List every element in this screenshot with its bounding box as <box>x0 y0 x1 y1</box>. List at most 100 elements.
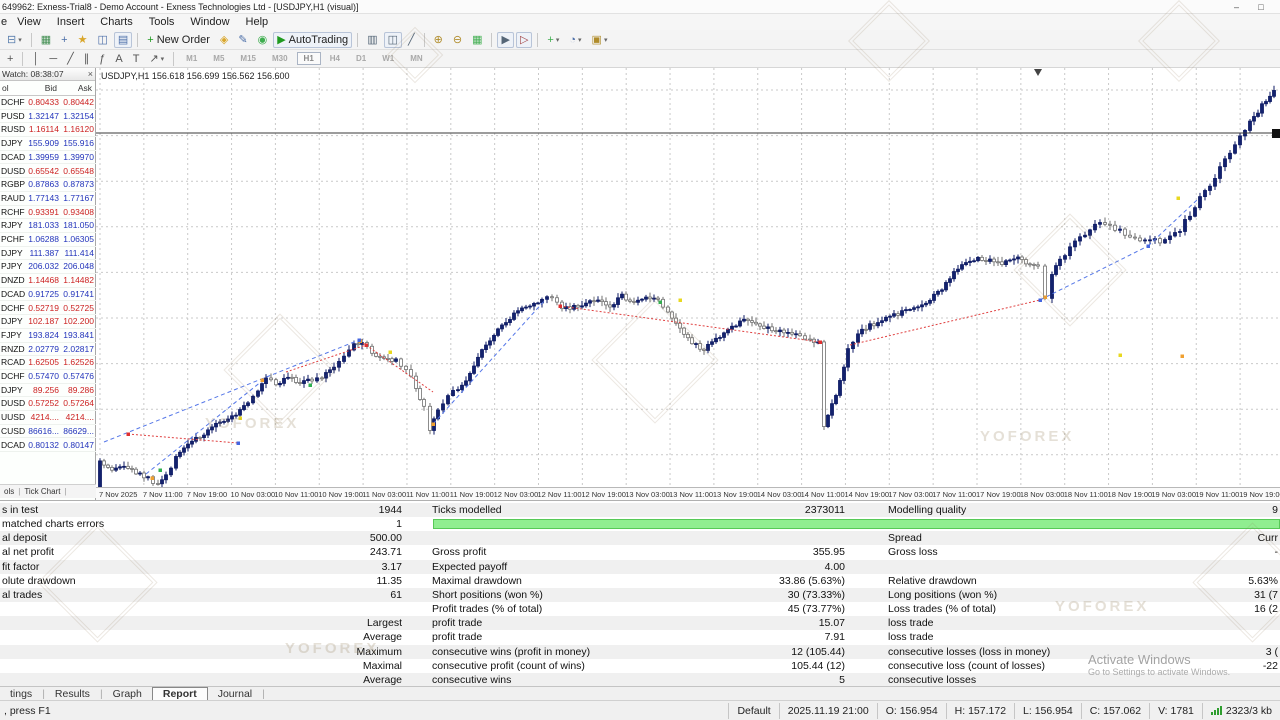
ask-cell: 193.841 <box>63 329 94 343</box>
market-watch-row[interactable]: DJPY155.909155.916 <box>0 137 96 151</box>
report-value-right: -22 <box>1263 659 1278 673</box>
market-watch-row[interactable]: RCHF0.933910.93408 <box>0 206 96 220</box>
metaeditor-icon: ✎ <box>238 33 247 47</box>
market-watch-row[interactable]: RNZD2.027792.02817 <box>0 343 96 357</box>
market-watch-row[interactable]: DUSD0.655420.65548 <box>0 165 96 179</box>
market-watch-row[interactable]: DJPY89.25689.286 <box>0 384 96 398</box>
fibonacci-button[interactable]: ƒ <box>95 51 109 67</box>
market-watch-row[interactable]: RAUD1.771431.77167 <box>0 192 96 206</box>
report-label-middle: Maximal drawdown <box>432 574 522 588</box>
close-icon[interactable]: × <box>88 68 93 81</box>
candlestick-chart[interactable] <box>96 68 1280 487</box>
market-watch-row[interactable]: FJPY193.824193.841 <box>0 329 96 343</box>
timeframe-h1[interactable]: H1 <box>297 52 321 65</box>
indicators-button[interactable]: +▾ <box>543 32 563 48</box>
zoom-out-button[interactable]: ⊖ <box>449 32 466 48</box>
autotrading-button[interactable]: ▶AutoTrading <box>273 32 352 48</box>
new-order-button[interactable]: +New Order <box>143 32 214 48</box>
timeframe-m1[interactable]: M1 <box>179 52 204 65</box>
market-watch-row[interactable]: PCHF1.062881.06305 <box>0 233 96 247</box>
text-label-button[interactable]: T <box>129 51 144 67</box>
zoom-in-icon: ⊕ <box>434 33 443 47</box>
market-watch-tab-tick-chart[interactable]: Tick Chart <box>20 485 64 499</box>
market-watch-row[interactable]: RJPY181.033181.050 <box>0 219 96 233</box>
zoom-in-button[interactable]: ⊕ <box>430 32 447 48</box>
tile-windows-button[interactable]: ▦ <box>468 32 486 48</box>
timeframe-h4[interactable]: H4 <box>323 52 347 65</box>
menu-item-insert[interactable]: Insert <box>49 14 93 30</box>
chevron-down-icon: ▾ <box>578 36 582 44</box>
vertical-line-button[interactable]: │ <box>28 51 43 67</box>
line-chart-type-button[interactable]: ╱ <box>404 32 419 48</box>
new-chart-button[interactable]: ▦ <box>37 32 55 48</box>
text-icon: A <box>115 52 122 66</box>
market-watch-row[interactable]: DUSD0.572520.57264 <box>0 397 96 411</box>
market-watch-row[interactable]: DCHF0.804330.80442 <box>0 96 96 110</box>
market-watch-row[interactable]: DCAD1.399591.39970 <box>0 151 96 165</box>
candlestick-type-button[interactable]: ◫ <box>384 32 402 48</box>
chart-shift-button[interactable]: ▷ <box>516 32 532 48</box>
timeframe-w1[interactable]: W1 <box>375 52 401 65</box>
ask-cell: 206.048 <box>63 260 94 274</box>
menu-item-charts[interactable]: Charts <box>92 14 140 30</box>
timeframe-d1[interactable]: D1 <box>349 52 373 65</box>
menu-item-window[interactable]: Window <box>182 14 237 30</box>
chart-panel[interactable]: USDJPY,H1 156.618 156.699 156.562 156.60… <box>96 68 1280 500</box>
text-button[interactable]: A <box>111 51 126 67</box>
market-watch-row[interactable]: DCAD0.917250.91741 <box>0 288 96 302</box>
market-watch-tab-ols[interactable]: ols <box>0 485 18 499</box>
market-watch-row[interactable]: RGBP0.878630.87873 <box>0 178 96 192</box>
market-watch-row[interactable]: DJPY111.387111.414 <box>0 247 96 261</box>
maximize-icon[interactable]: □ <box>1250 0 1272 14</box>
signals-button[interactable]: ◉ <box>254 32 272 48</box>
trendline-button[interactable]: ╱ <box>63 51 78 67</box>
market-watch-row[interactable]: PUSD1.321471.32154 <box>0 110 96 124</box>
auto-scroll-button[interactable]: ▶ <box>497 32 513 48</box>
chart-time-axis: 7 Nov 20257 Nov 11:007 Nov 19:0010 Nov 0… <box>96 487 1280 500</box>
bid-cell: 102.187 <box>28 315 59 329</box>
horizontal-line-button[interactable]: ─ <box>45 51 61 67</box>
timeframe-m5[interactable]: M5 <box>206 52 231 65</box>
periods-button[interactable]: ◔▾ <box>565 32 585 48</box>
history-center-button[interactable]: ◈ <box>216 32 232 48</box>
favorites-button[interactable]: ★ <box>74 32 92 48</box>
market-watch-row[interactable]: DCAD0.801320.80147 <box>0 439 96 453</box>
market-watch-row[interactable]: DCHF0.574700.57476 <box>0 370 96 384</box>
arrows-button[interactable]: ↗▾ <box>145 51 168 67</box>
market-watch-row[interactable]: DNZD1.144681.14482 <box>0 274 96 288</box>
market-watch-row[interactable]: DCHF0.527190.52725 <box>0 302 96 316</box>
menu-item-help[interactable]: Help <box>238 14 277 30</box>
chevron-down-icon: ▾ <box>556 36 560 44</box>
layouts-button[interactable]: ⊟▾ <box>3 32 26 48</box>
timeframe-m30[interactable]: M30 <box>265 52 295 65</box>
menu-item-file-clipped[interactable]: e <box>0 14 9 30</box>
bid-cell: 1.77143 <box>28 192 59 206</box>
bar-chart-type-button[interactable]: ▥ <box>363 32 381 48</box>
market-watch-row[interactable]: RCAD1.625051.62526 <box>0 356 96 370</box>
bid-cell: 0.87863 <box>28 178 59 192</box>
timeframe-m15[interactable]: M15 <box>233 52 263 65</box>
market-watch-button[interactable]: ◫ <box>93 32 111 48</box>
data-window-button[interactable]: ▤ <box>114 32 132 48</box>
minimize-icon[interactable]: – <box>1225 0 1247 14</box>
profile-cell[interactable]: Default <box>728 703 778 719</box>
market-watch-row[interactable]: DJPY102.187102.200 <box>0 315 96 329</box>
symbol-cell: FJPY <box>1 329 22 343</box>
menu-item-view[interactable]: View <box>9 14 49 30</box>
templates-button[interactable]: ▣▾ <box>588 32 612 48</box>
ask-cell: 1.77167 <box>63 192 94 206</box>
menu-item-tools[interactable]: Tools <box>141 14 183 30</box>
equidistant-channel-button[interactable]: ∥ <box>80 51 94 67</box>
report-value-left: Maximum <box>356 645 402 659</box>
profiles-button[interactable]: + <box>57 32 71 48</box>
report-value-right: 5.63% <box>1248 574 1278 588</box>
bid-cell: 206.032 <box>28 260 59 274</box>
market-watch-row[interactable]: RUSD1.161141.16120 <box>0 123 96 137</box>
report-value-left: 1944 <box>379 503 402 517</box>
metaeditor-button[interactable]: ✎ <box>234 32 251 48</box>
market-watch-row[interactable]: PJPY206.032206.048 <box>0 260 96 274</box>
market-watch-row[interactable]: CUSD86616...86629... <box>0 425 96 439</box>
timeframe-mn[interactable]: MN <box>403 52 429 65</box>
cursor-crosshair-button[interactable]: + <box>3 51 17 67</box>
market-watch-row[interactable]: UUSD4214....4214.... <box>0 411 96 425</box>
